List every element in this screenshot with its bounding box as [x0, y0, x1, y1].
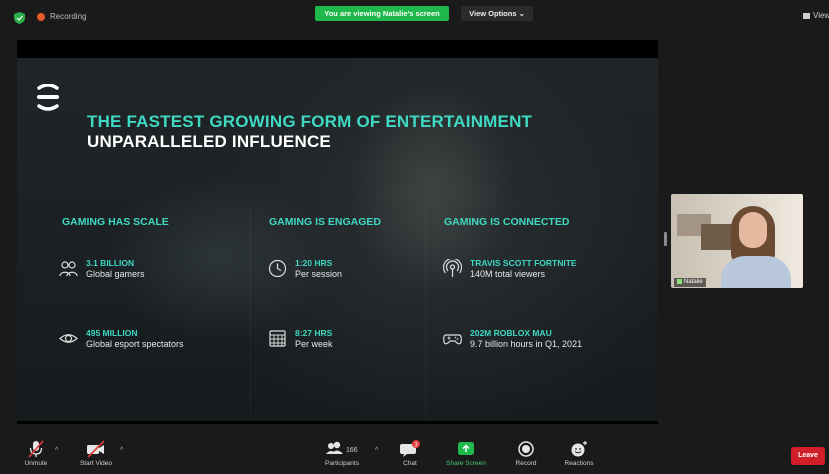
participants-options-chevron-up-icon[interactable]: ^ [375, 447, 378, 454]
slide-divider [425, 208, 426, 421]
stat-value: 8:27 HRS [295, 328, 333, 338]
shared-screen: THE FASTEST GROWING FORM OF ENTERTAINMEN… [17, 40, 658, 424]
stat-label: Global esport spectators [86, 339, 184, 349]
clock-icon [268, 259, 287, 278]
slide-divider [250, 208, 251, 421]
meeting-top-bar: Recording You are viewing Natalie's scre… [0, 0, 829, 36]
participant-face [739, 212, 767, 248]
participant-name: Natalie [684, 279, 703, 285]
column-title-engaged: GAMING IS ENGAGED [269, 216, 382, 228]
share-screen-icon [458, 442, 474, 455]
stat-label: Per session [295, 269, 343, 279]
chat-button[interactable]: 3 Chat [384, 440, 436, 467]
viewing-screen-banner: You are viewing Natalie's screen [315, 6, 449, 21]
video-off-icon [87, 440, 105, 458]
stat-label: 140M total viewers [470, 269, 546, 279]
start-video-button[interactable]: Start Video [70, 440, 122, 467]
video-options-chevron-up-icon[interactable]: ^ [120, 447, 123, 454]
reactions-button[interactable]: Reactions [553, 440, 605, 467]
participants-icon: 166 [326, 441, 358, 454]
start-video-label: Start Video [79, 460, 113, 467]
audio-options-chevron-up-icon[interactable]: ^ [55, 447, 58, 454]
stat-value: 1:20 HRS [295, 258, 333, 268]
unmute-label: Unmute [24, 460, 48, 467]
signal-icon [677, 278, 682, 284]
participants-button[interactable]: 166 Participants [314, 440, 370, 467]
recording-dot-icon [37, 13, 45, 21]
stat-value: 3.1 BILLION [86, 258, 135, 268]
reactions-label: Reactions [564, 460, 594, 467]
participants-label: Participants [325, 460, 359, 467]
meeting-toolbar: Unmute ^ Start Video ^ 166 Participants … [0, 438, 829, 474]
view-options-button[interactable]: View Options ⌄ [461, 6, 533, 21]
participant-body [721, 256, 791, 288]
eye-icon [59, 334, 78, 343]
stat-label: Global gamers [86, 269, 145, 279]
stat-label: 9.7 billion hours in Q1, 2021 [470, 339, 583, 349]
broadcast-icon [443, 259, 462, 277]
view-toggle-button[interactable]: View [803, 11, 829, 20]
stat-label: Per week [295, 339, 333, 349]
reactions-icon [571, 441, 587, 457]
grid-view-icon [803, 12, 810, 19]
slide-subheadline: UNPARALLELED INFLUENCE [87, 132, 331, 151]
panel-resize-handle[interactable] [664, 232, 667, 246]
participant-video-tile[interactable]: Natalie [671, 194, 803, 288]
share-screen-button[interactable]: Share Screen [440, 440, 492, 467]
calendar-icon [269, 330, 286, 347]
slide-headline: THE FASTEST GROWING FORM OF ENTERTAINMEN… [87, 112, 533, 131]
column-title-connected: GAMING IS CONNECTED [444, 216, 570, 228]
chat-icon: 3 [400, 440, 420, 457]
muted-microphone-icon [28, 440, 44, 458]
participant-name-tag: Natalie [674, 278, 706, 287]
brand-logo-icon [37, 84, 59, 111]
column-title-scale: GAMING HAS SCALE [62, 216, 169, 228]
shield-icon[interactable] [14, 12, 25, 24]
presentation-slide: THE FASTEST GROWING FORM OF ENTERTAINMEN… [17, 58, 658, 421]
stat-value: 202M ROBLOX MAU [470, 328, 552, 338]
gamepad-icon [443, 334, 462, 345]
share-screen-label: Share Screen [446, 460, 486, 467]
people-icon [59, 261, 78, 277]
leave-button[interactable]: Leave [791, 447, 825, 465]
recording-label: Recording [50, 12, 87, 21]
stat-value: TRAVIS SCOTT FORTNITE [470, 258, 577, 268]
record-button[interactable]: Record [500, 440, 552, 467]
record-label: Record [515, 460, 537, 467]
stat-value: 495 MILLION [86, 328, 138, 338]
chat-label: Chat [403, 460, 417, 467]
participant-count: 166 [346, 447, 358, 454]
record-icon [518, 441, 534, 457]
view-toggle-label: View [813, 11, 829, 20]
